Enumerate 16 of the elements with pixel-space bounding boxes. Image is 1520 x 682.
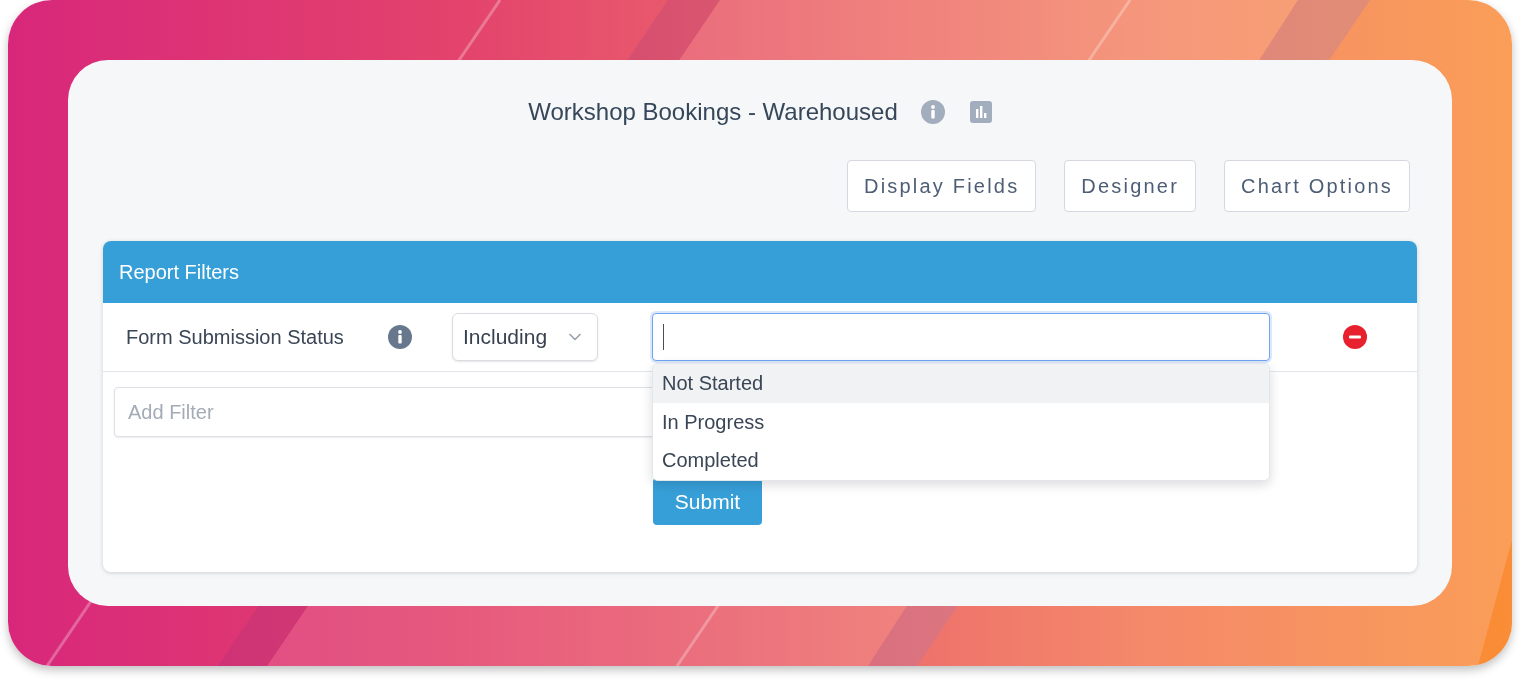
toolbar-button[interactable]: Display Fields — [847, 160, 1037, 212]
filter-label: Form Submission Status — [126, 325, 345, 350]
dropdown-option[interactable]: In Progress — [653, 402, 1269, 441]
text-caret-icon — [663, 324, 664, 350]
dropdown-option[interactable]: Not Started — [653, 364, 1269, 403]
info-icon[interactable] — [388, 325, 412, 349]
toolbar-button[interactable]: Chart Options — [1224, 160, 1410, 212]
report-title: Workshop Bookings - Warehoused — [528, 97, 898, 127]
bar-chart-icon[interactable] — [969, 101, 992, 123]
toolbar-button[interactable]: Designer — [1064, 160, 1196, 212]
operator-select[interactable]: Including — [452, 313, 598, 361]
panel-header: Report Filters — [103, 241, 1417, 303]
value-field[interactable] — [652, 313, 1270, 361]
remove-icon[interactable] — [1343, 325, 1367, 349]
dropdown-option[interactable]: Completed — [653, 441, 1269, 480]
info-icon[interactable] — [920, 100, 945, 124]
